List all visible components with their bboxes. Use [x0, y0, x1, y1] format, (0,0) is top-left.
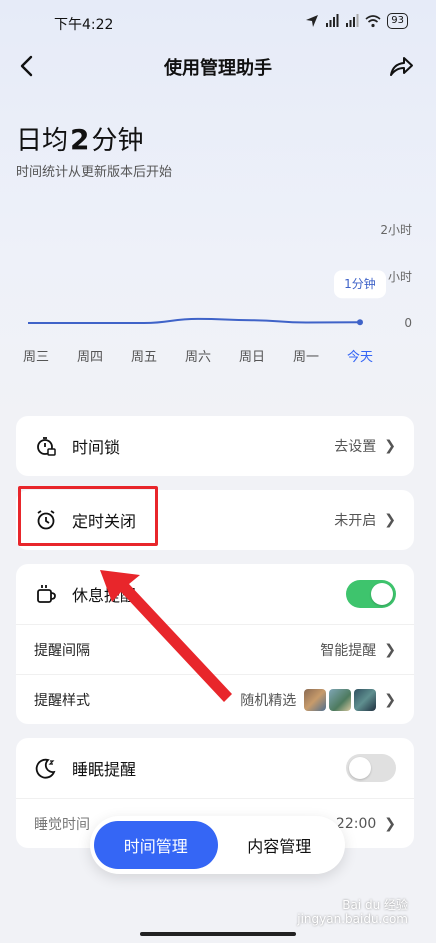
- watermark-brand: Bai du 经验: [342, 898, 408, 912]
- bottom-tab-bar: 时间管理 内容管理: [90, 816, 345, 874]
- watermark-url: jingyan.baidu.com: [297, 912, 408, 926]
- tab-time-management[interactable]: 时间管理: [94, 821, 218, 869]
- annotation-arrow-icon: [100, 570, 232, 702]
- watermark: Bai du 经验 jingyan.baidu.com: [297, 898, 408, 926]
- home-indicator: [140, 932, 296, 936]
- tab-content-management[interactable]: 内容管理: [218, 821, 342, 869]
